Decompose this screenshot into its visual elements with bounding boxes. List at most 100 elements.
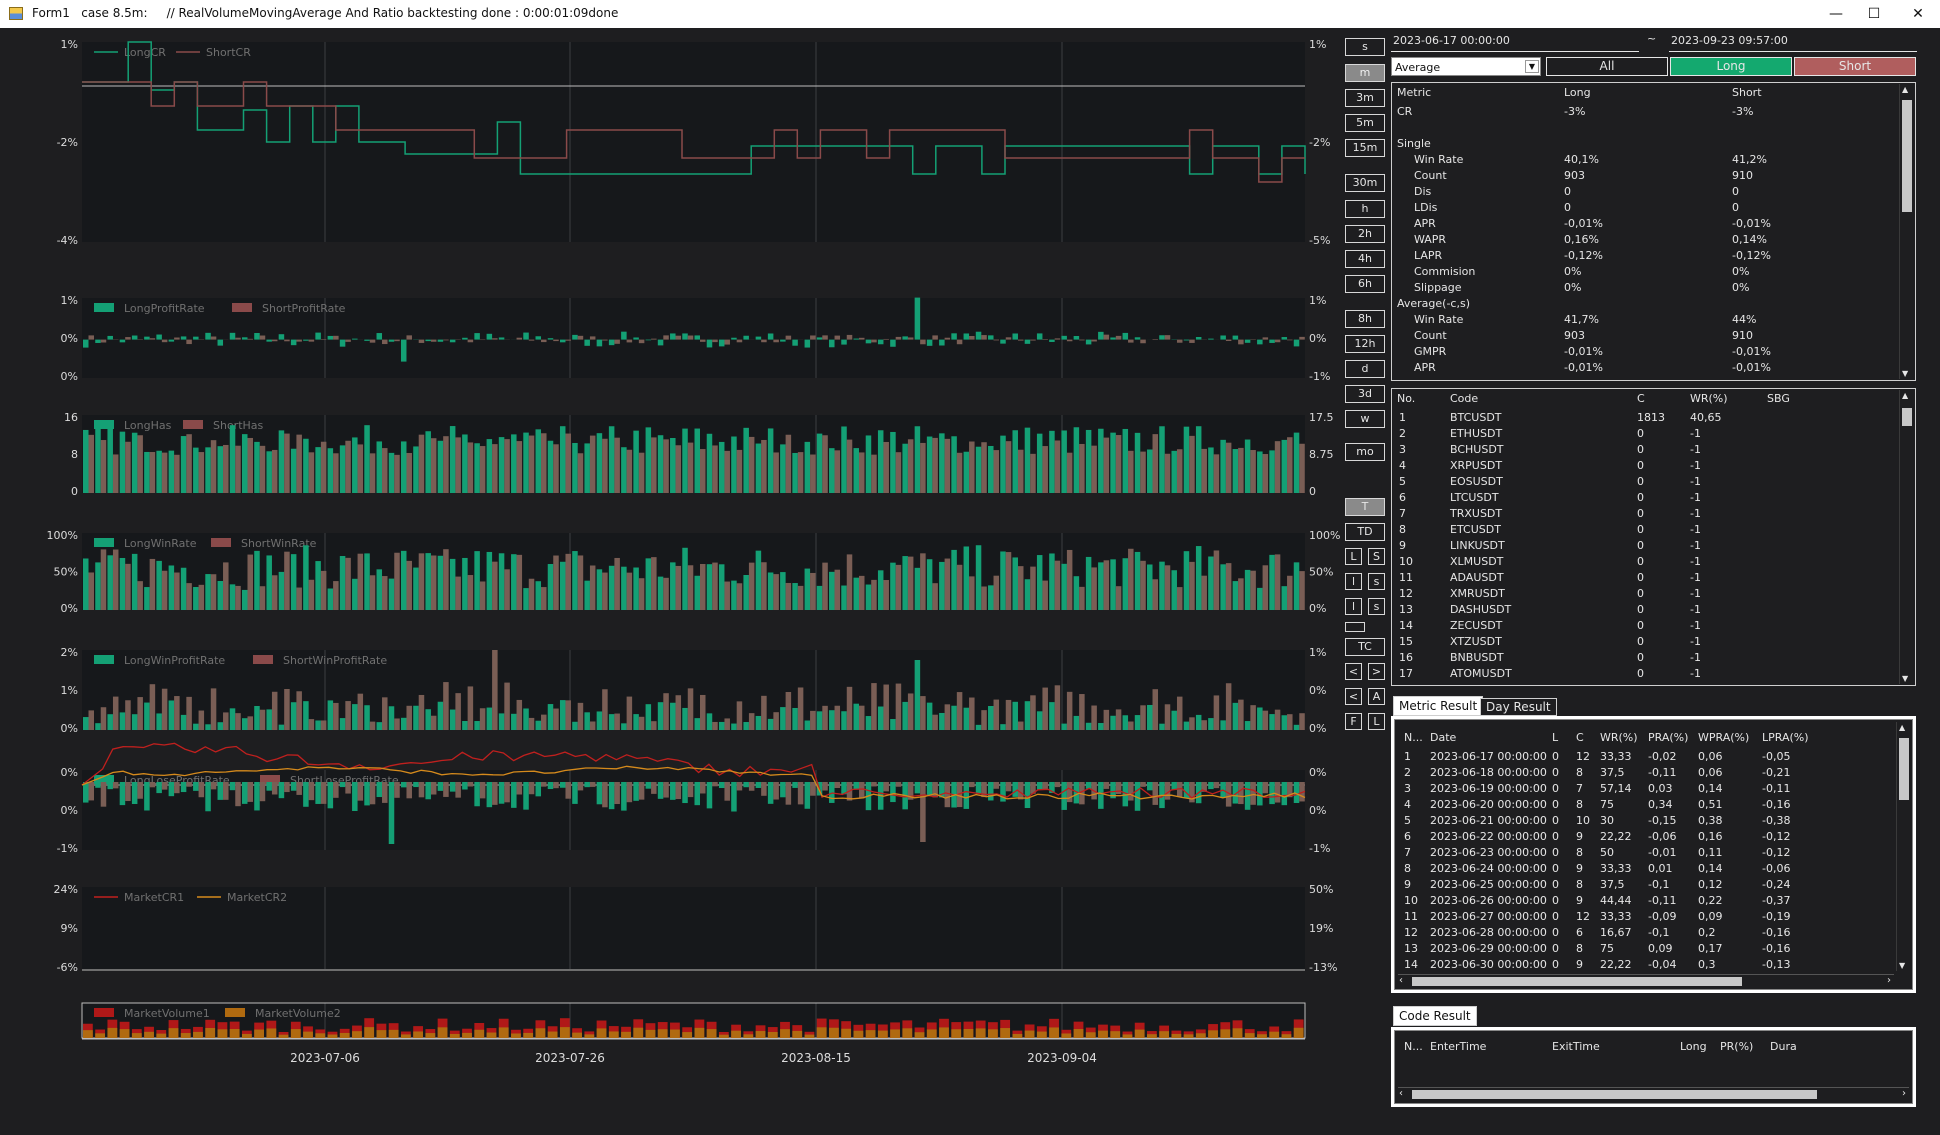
scroll-thumb[interactable]	[1412, 1090, 1817, 1099]
timeframe-button-3d[interactable]: 3d	[1345, 385, 1385, 403]
chevron-down-icon[interactable]: ▼	[1525, 60, 1539, 73]
code-row[interactable]: 9 LINKUSDT 0 -1	[1392, 539, 1915, 555]
code-result-hscrollbar[interactable]: ‹ ›	[1398, 1087, 1909, 1101]
scroll-left-icon[interactable]: ‹	[1399, 1088, 1403, 1099]
start-date-field[interactable]: 2023-06-17 00:00:00	[1391, 32, 1639, 52]
short-button[interactable]: Short	[1794, 57, 1916, 76]
day-row[interactable]: 11 2023-06-27 00:00:00 0 12 33,33 -0,09 0,09 -0…	[1395, 910, 1912, 926]
tool-button-l-1[interactable]: l	[1345, 573, 1362, 590]
timeframe-button-s[interactable]: s	[1345, 38, 1385, 56]
tool-button-l-2[interactable]: l	[1345, 598, 1362, 615]
day-row[interactable]: 9 2023-06-25 00:00:00 0 8 37,5 -0,1 0,12 -0,24	[1395, 878, 1912, 894]
code-row[interactable]: 16 BNBUSDT 0 -1	[1392, 651, 1915, 667]
day-row[interactable]: 7 2023-06-23 00:00:00 0 8 50 -0,01 0,11 -0,12	[1395, 846, 1912, 862]
metric-row[interactable]: WAPR 0,16% 0,14%	[1392, 233, 1915, 249]
code-row[interactable]: 6 LTCUSDT 0 -1	[1392, 491, 1915, 507]
scroll-thumb[interactable]	[1412, 977, 1742, 986]
scroll-up-icon[interactable]: ▲	[1902, 85, 1908, 94]
nav-button-1-a[interactable]: <	[1345, 688, 1362, 705]
code-scrollbar[interactable]: ▲ ▼	[1899, 390, 1914, 684]
nav-button-2-b[interactable]: L	[1368, 713, 1385, 730]
tool-button-blank[interactable]	[1345, 622, 1365, 632]
scroll-down-icon[interactable]: ▼	[1902, 369, 1908, 378]
tab-day-result[interactable]: Day Result	[1480, 698, 1557, 716]
metric-row[interactable]: Commision 0% 0%	[1392, 265, 1915, 281]
timeframe-button-m[interactable]: m	[1345, 64, 1385, 82]
day-row[interactable]: 3 2023-06-19 00:00:00 0 7 57,14 0,03 0,14 -0,11	[1395, 782, 1912, 798]
metric-row[interactable]: Count 903 910	[1392, 329, 1915, 345]
day-row[interactable]: 5 2023-06-21 00:00:00 0 10 30 -0,15 0,38 -0,38	[1395, 814, 1912, 830]
metric-row[interactable]: Count 903 910	[1392, 169, 1915, 185]
code-row[interactable]: 17 ATOMUSDT 0 -1	[1392, 667, 1915, 683]
timeframe-button-mo[interactable]: mo	[1345, 443, 1385, 461]
scroll-up-icon[interactable]: ▲	[1902, 391, 1908, 400]
nav-button-0-a[interactable]: <	[1345, 663, 1362, 680]
scroll-right-icon[interactable]: ›	[1887, 975, 1891, 986]
metric-row[interactable]: Single	[1392, 137, 1915, 153]
scroll-down-icon[interactable]: ▼	[1902, 674, 1908, 683]
metric-row[interactable]: APR -0,01% -0,01%	[1392, 217, 1915, 233]
code-row[interactable]: 10 XLMUSDT 0 -1	[1392, 555, 1915, 571]
day-vscrollbar[interactable]: ▲ ▼	[1896, 722, 1911, 971]
nav-button-2-a[interactable]: F	[1345, 713, 1362, 730]
code-row[interactable]: 11 ADAUSDT 0 -1	[1392, 571, 1915, 587]
tab-code-result[interactable]: Code Result	[1393, 1006, 1477, 1026]
metric-row[interactable]: Average(-c,s)	[1392, 297, 1915, 313]
maximize-button[interactable]: ☐	[1862, 3, 1886, 25]
timeframe-button-12h[interactable]: 12h	[1345, 335, 1385, 353]
timeframe-button-8h[interactable]: 8h	[1345, 310, 1385, 328]
day-row[interactable]: 14 2023-06-30 00:00:00 0 9 22,22 -0,04 0,3 -0,1…	[1395, 958, 1912, 974]
tool-button-t[interactable]: T	[1345, 498, 1385, 516]
scroll-thumb[interactable]	[1902, 100, 1912, 212]
long-button[interactable]: Long	[1670, 57, 1792, 76]
timeframe-button-15m[interactable]: 15m	[1345, 139, 1385, 157]
scroll-thumb[interactable]	[1899, 738, 1909, 800]
close-button[interactable]: ✕	[1906, 3, 1930, 25]
scroll-up-icon[interactable]: ▲	[1899, 723, 1905, 732]
metric-row[interactable]: GMPR -0,01% -0,01%	[1392, 345, 1915, 361]
code-row[interactable]: 4 XRPUSDT 0 -1	[1392, 459, 1915, 475]
minimize-button[interactable]: —	[1824, 3, 1848, 25]
day-row[interactable]: 12 2023-06-28 00:00:00 0 6 16,67 -0,1 0,2 -0,16	[1395, 926, 1912, 942]
tool-button-l-0[interactable]: L	[1345, 548, 1362, 565]
metric-row[interactable]	[1392, 121, 1915, 137]
metric-row[interactable]: Dis 0 0	[1392, 185, 1915, 201]
timeframe-button-3m[interactable]: 3m	[1345, 89, 1385, 107]
scroll-thumb[interactable]	[1902, 408, 1912, 426]
mode-select[interactable]: Average ▼	[1391, 57, 1541, 76]
scroll-down-icon[interactable]: ▼	[1899, 961, 1905, 970]
metric-row[interactable]: APR -0,01% -0,01%	[1392, 361, 1915, 377]
end-date-field[interactable]: 2023-09-23 09:57:00	[1669, 32, 1917, 52]
metric-row[interactable]: LAPR -0,12% -0,12%	[1392, 249, 1915, 265]
scroll-left-icon[interactable]: ‹	[1399, 975, 1403, 986]
timeframe-button-d[interactable]: d	[1345, 360, 1385, 378]
metric-row[interactable]: LDis 0 0	[1392, 201, 1915, 217]
day-row[interactable]: 2 2023-06-18 00:00:00 0 8 37,5 -0,11 0,06 -0,21	[1395, 766, 1912, 782]
code-row[interactable]: 14 ZECUSDT 0 -1	[1392, 619, 1915, 635]
tool-button-s-2[interactable]: s	[1368, 598, 1385, 615]
metric-row[interactable]: Win Rate 40,1% 41,2%	[1392, 153, 1915, 169]
metric-row[interactable]: CR -3% -3%	[1392, 105, 1915, 121]
day-hscrollbar[interactable]: ‹ ›	[1398, 974, 1894, 988]
code-row[interactable]: 7 TRXUSDT 0 -1	[1392, 507, 1915, 523]
code-row[interactable]: 2 ETHUSDT 0 -1	[1392, 427, 1915, 443]
timeframe-button-2h[interactable]: 2h	[1345, 225, 1385, 243]
code-row[interactable]: 1 BTCUSDT 1813 40,65	[1392, 411, 1915, 427]
day-row[interactable]: 13 2023-06-29 00:00:00 0 8 75 0,09 0,17 -0,16	[1395, 942, 1912, 958]
timeframe-button-30m[interactable]: 30m	[1345, 174, 1385, 192]
day-row[interactable]: 6 2023-06-22 00:00:00 0 9 22,22 -0,06 0,16 -0,1…	[1395, 830, 1912, 846]
day-row[interactable]: 1 2023-06-17 00:00:00 0 12 33,33 -0,02 0,06 -0,…	[1395, 750, 1912, 766]
tool-button-s-0[interactable]: S	[1368, 548, 1385, 565]
nav-button-0-b[interactable]: >	[1368, 663, 1385, 680]
scroll-right-icon[interactable]: ›	[1902, 1088, 1906, 1099]
tab-metric-result[interactable]: Metric Result	[1393, 696, 1484, 716]
code-row[interactable]: 8 ETCUSDT 0 -1	[1392, 523, 1915, 539]
day-row[interactable]: 8 2023-06-24 00:00:00 0 9 33,33 0,01 0,14 -0,06	[1395, 862, 1912, 878]
timeframe-button-5m[interactable]: 5m	[1345, 114, 1385, 132]
code-row[interactable]: 13 DASHUSDT 0 -1	[1392, 603, 1915, 619]
nav-button-1-b[interactable]: A	[1368, 688, 1385, 705]
tool-button-s-1[interactable]: s	[1368, 573, 1385, 590]
tool-button-tc[interactable]: TC	[1345, 638, 1385, 656]
day-row[interactable]: 10 2023-06-26 00:00:00 0 9 44,44 -0,11 0,22 -0,…	[1395, 894, 1912, 910]
all-button[interactable]: All	[1546, 57, 1668, 76]
